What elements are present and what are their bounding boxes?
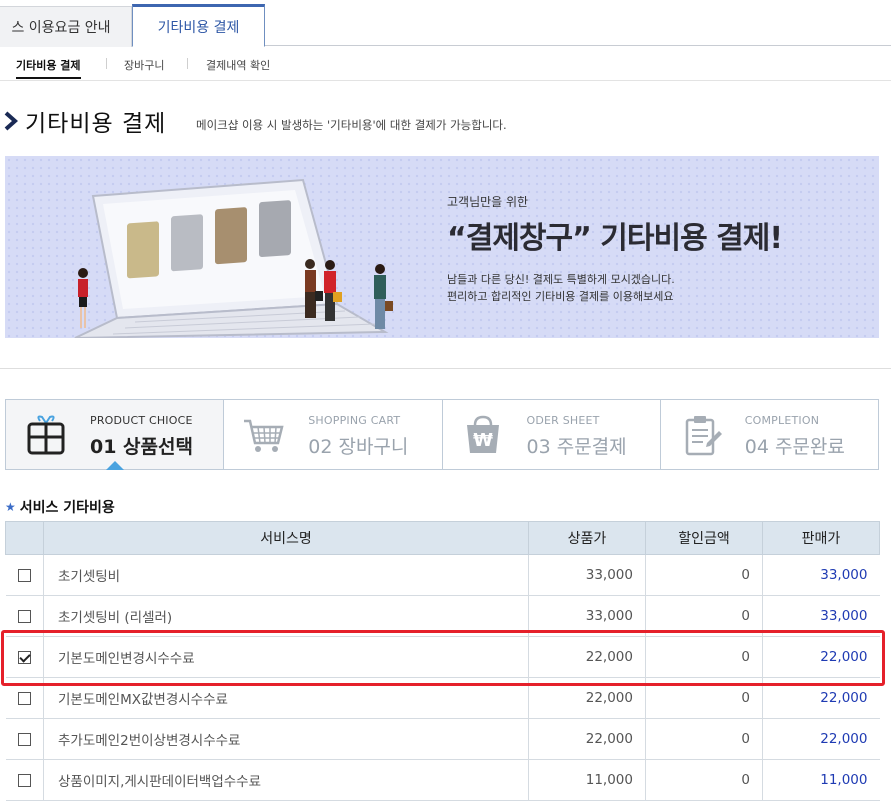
divider [0,368,891,369]
service-name: 초기셋팅비 (리셀러) [43,595,529,637]
tab-other-fee-payment[interactable]: 기타비용 결제 [132,4,265,47]
divider [106,58,107,69]
step-shopping-cart: SHOPPING CART 02 장바구니 [224,400,443,469]
row-checkbox-cell [5,595,44,637]
service-name: 상품이미지,게시판데이터백업수수료 [43,759,529,801]
discount: 0 [645,718,763,760]
table-row: 초기셋팅비 (리셀러) 33,000 0 33,000 [5,595,880,637]
banner-description: 남들과 다른 당신! 결제도 특별하게 모시겠습니다. [447,273,675,286]
page-title-text: 기타비용 결제 [25,111,167,137]
header-service-name: 서비스명 [43,521,529,555]
price: 22,000 [528,677,646,719]
clipboard-icon [685,416,722,456]
step-label-en: COMPLETION [744,414,820,427]
shopping-cart-icon [244,419,284,452]
header-price: 상품가 [528,521,646,555]
svg-text:₩: ₩ [473,430,493,451]
active-step-pointer [106,461,124,470]
gift-box-icon [27,415,65,455]
step-label: 03 주문결제 [526,436,627,458]
price: 33,000 [528,595,646,637]
subtab-payment-history[interactable]: 결제내역 확인 [206,57,270,73]
laptop-illustration [74,178,393,338]
service-fee-table: 서비스명 상품가 할인금액 판매가 초기셋팅비 33,000 0 33,000 … [5,521,880,801]
discount: 0 [645,636,763,678]
sale-price: 22,000 [762,677,880,719]
step-label: 02 장바구니 [308,436,409,458]
sale-price: 22,000 [762,636,880,678]
row-checkbox[interactable] [17,568,31,582]
tab-service-fee-guide[interactable]: 스 이용요금 안내 [0,6,132,47]
row-checkbox[interactable] [17,650,31,664]
header-checkbox-cell [5,521,44,555]
subtab-cart[interactable]: 장바구니 [124,57,164,73]
divider [187,58,188,69]
section-title: ★ 서비스 기타비용 [5,497,115,517]
row-checkbox-cell [5,636,44,678]
page-description: 메이크샵 이용 시 발생하는 '기타비용'에 대한 결제가 가능합니다. [196,118,507,132]
section-title-text: 서비스 기타비용 [19,500,115,516]
price: 22,000 [528,718,646,760]
service-name: 기본도메인MX값변경시수수료 [43,677,529,719]
table-row: 초기셋팅비 33,000 0 33,000 [5,554,880,596]
step-label-en: ODER SHEET [526,414,600,427]
service-name: 기본도메인변경시수수료 [43,636,529,678]
discount: 0 [645,677,763,719]
banner-title: “결제창구” 기타비용 결제! [447,221,783,256]
header-sale-price: 판매가 [762,521,880,555]
table-header-row: 서비스명 상품가 할인금액 판매가 [5,521,880,555]
promo-banner: 고객님만을 위한 “결제창구” 기타비용 결제! 남들과 다른 당신! 결제도 … [5,156,879,338]
row-checkbox-cell [5,759,44,801]
banner-subtitle: 고객님만을 위한 [447,195,529,209]
step-label-en: SHOPPING CART [308,414,401,427]
price: 22,000 [528,636,646,678]
step-order-sheet: ₩ ODER SHEET 03 주문결제 [443,400,661,469]
table-row: 기본도메인MX값변경시수수료 22,000 0 22,000 [5,677,880,719]
sale-price: 22,000 [762,718,880,760]
top-tab-bar: 스 이용요금 안내 기타비용 결제 [0,0,891,47]
won-bag-icon: ₩ [466,415,499,453]
subtab-other-fee-payment[interactable]: 기타비용 결제 [16,57,81,79]
row-checkbox-cell [5,677,44,719]
row-checkbox[interactable] [17,773,31,787]
discount: 0 [645,759,763,801]
service-name: 추가도메인2번이상변경시수수료 [43,718,529,760]
sale-price: 33,000 [762,554,880,596]
banner-description: 편리하고 합리적인 기타비용 결제를 이용해보세요 [447,290,674,303]
step-label: 01 상품선택 [90,436,193,458]
service-name: 초기셋팅비 [43,554,529,596]
page-title: 기타비용 결제 [4,104,166,138]
sale-price: 11,000 [762,759,880,801]
table-row: 기본도메인변경시수수료 22,000 0 22,000 [5,636,880,678]
discount: 0 [645,595,763,637]
row-checkbox-cell [5,718,44,760]
star-icon: ★ [5,500,16,514]
price: 33,000 [528,554,646,596]
sale-price: 33,000 [762,595,880,637]
header-discount: 할인금액 [645,521,763,555]
table-row: 상품이미지,게시판데이터백업수수료 11,000 0 11,000 [5,759,880,801]
row-checkbox-cell [5,554,44,596]
chevron-right-icon [4,111,18,131]
step-label-en: PRODUCT CHIOCE [90,414,193,427]
row-checkbox[interactable] [17,609,31,623]
row-checkbox[interactable] [17,732,31,746]
table-row: 추가도메인2번이상변경시수수료 22,000 0 22,000 [5,718,880,760]
step-label: 04 주문완료 [744,436,845,458]
step-completion: COMPLETION 04 주문완료 [661,400,878,469]
order-steps: PRODUCT CHIOCE 01 상품선택 SHOPPING CART 02 … [5,399,879,470]
price: 11,000 [528,759,646,801]
sub-tab-bar: 기타비용 결제 장바구니 결제내역 확인 [0,47,891,81]
step-product-choice: PRODUCT CHIOCE 01 상품선택 [6,400,225,470]
discount: 0 [645,554,763,596]
row-checkbox[interactable] [17,691,31,705]
